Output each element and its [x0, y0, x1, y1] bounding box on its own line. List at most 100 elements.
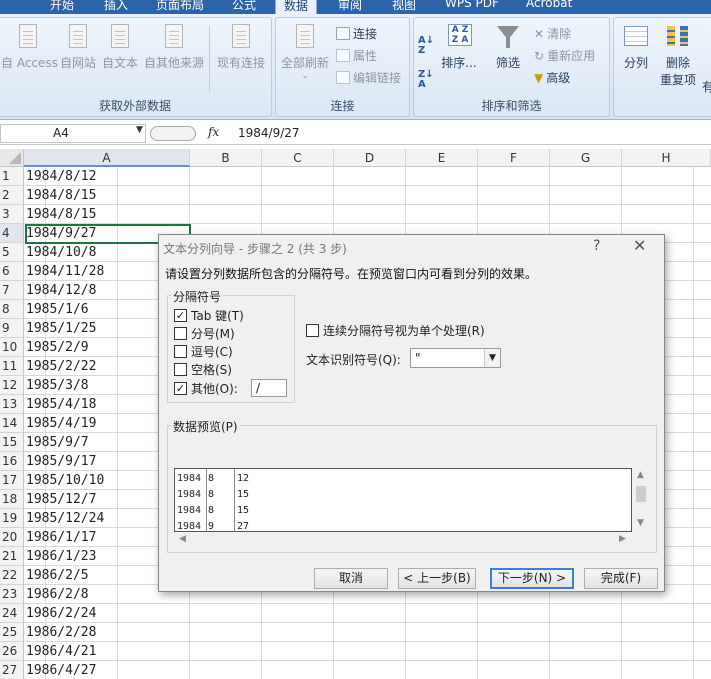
formula-input[interactable]: 1984/9/27 [238, 126, 300, 140]
tab-wps-pdf[interactable]: WPS PDF [445, 0, 499, 14]
cell-a[interactable]: 1985/4/18 [26, 395, 96, 414]
name-box[interactable]: A4 [0, 124, 146, 143]
text-qualifier-select[interactable]: " ▼ [410, 348, 501, 368]
from-access-button[interactable]: 自 Access [1, 22, 58, 71]
semicolon-checkbox[interactable] [174, 327, 187, 340]
from-text-button[interactable]: 自文本 [101, 22, 139, 71]
tab-home[interactable]: 开始 [50, 0, 74, 14]
cell-a[interactable]: 1986/2/8 [26, 585, 89, 604]
row-header[interactable]: 14 [0, 414, 24, 433]
insert-function-button[interactable]: fx [208, 125, 219, 139]
row-header[interactable]: 18 [0, 490, 24, 509]
help-button[interactable]: ? [593, 238, 600, 254]
column-header-h[interactable]: H [622, 149, 711, 167]
row-header[interactable]: 24 [0, 604, 24, 623]
remove-duplicates-button[interactable]: 删除 重复项 [658, 22, 698, 88]
preview-vertical-scrollbar[interactable]: ▲ ▼ [633, 468, 649, 532]
close-button[interactable]: ✕ [633, 236, 646, 255]
tab-formulas[interactable]: 公式 [232, 0, 256, 14]
column-header-b[interactable]: B [190, 149, 262, 167]
row-header[interactable]: 12 [0, 376, 24, 395]
row-header[interactable]: 6 [0, 262, 24, 281]
row-header[interactable]: 4 [0, 224, 24, 243]
tab-data[interactable]: 数据 [275, 0, 318, 14]
space-checkbox[interactable] [174, 363, 187, 376]
row-header[interactable]: 15 [0, 433, 24, 452]
column-header-c[interactable]: C [262, 149, 334, 167]
tab-acrobat[interactable]: Acrobat [526, 0, 572, 14]
cell-a[interactable]: 1986/2/28 [26, 623, 96, 642]
cell-a[interactable]: 1984/10/8 [26, 243, 96, 262]
row-header[interactable]: 2 [0, 186, 24, 205]
row-header[interactable]: 25 [0, 623, 24, 642]
cell-a[interactable]: 1985/12/24 [26, 509, 104, 528]
select-all-button[interactable] [0, 149, 24, 167]
properties-button[interactable]: 属性 [336, 47, 377, 64]
cell-a[interactable]: 1984/12/8 [26, 281, 96, 300]
cell-a[interactable]: 1986/2/24 [26, 604, 96, 623]
cell-a[interactable]: 1985/2/22 [26, 357, 96, 376]
advanced-filter-button[interactable]: ▼ 高级 [534, 69, 570, 86]
column-header-e[interactable]: E [406, 149, 478, 167]
tab-insert[interactable]: 插入 [104, 0, 128, 14]
chevron-up-icon[interactable]: ▲ [637, 470, 644, 480]
cancel-button[interactable]: 取消 [314, 568, 388, 589]
row-header[interactable]: 1 [0, 167, 24, 186]
cell-a[interactable]: 1985/1/25 [26, 319, 96, 338]
row-header[interactable]: 20 [0, 528, 24, 547]
data-preview-table[interactable]: 1984 8 12 1984 8 15 1984 8 15 1984 9 27 [174, 468, 632, 532]
row-header[interactable]: 23 [0, 585, 24, 604]
row-header[interactable]: 27 [0, 661, 24, 679]
cell-a[interactable]: 1984/8/15 [26, 186, 96, 205]
cell-a[interactable]: 1984/11/28 [26, 262, 104, 281]
row-header[interactable]: 16 [0, 452, 24, 471]
cell-a[interactable]: 1985/4/19 [26, 414, 96, 433]
back-button[interactable]: < 上一步(B) [398, 568, 476, 589]
refresh-all-button[interactable]: 全部刷新 ⌄ [280, 22, 330, 80]
column-header-d[interactable]: D [334, 149, 406, 167]
column-break-line[interactable] [206, 469, 207, 531]
data-validation-button-partial[interactable]: 有 [702, 78, 711, 95]
tab-checkbox[interactable] [174, 309, 187, 322]
chevron-down-icon[interactable]: ▼ [637, 518, 644, 528]
cell-a[interactable]: 1985/9/17 [26, 452, 96, 471]
consecutive-delimiters-checkbox[interactable] [306, 324, 319, 337]
cell-a[interactable]: 1985/2/9 [26, 338, 89, 357]
row-header[interactable]: 19 [0, 509, 24, 528]
from-other-sources-button[interactable]: 自其他来源 [143, 22, 205, 71]
preview-horizontal-scrollbar[interactable]: ◀ ▶ [174, 532, 632, 548]
chevron-right-icon[interactable]: ▶ [619, 534, 626, 544]
tab-review[interactable]: 审阅 [338, 0, 362, 14]
finish-button[interactable]: 完成(F) [584, 568, 658, 589]
existing-connections-button[interactable]: 现有连接 [215, 22, 267, 71]
sort-ascending-button[interactable]: A↓ Z [418, 36, 434, 56]
reapply-button[interactable]: ↻ 重新应用 [534, 47, 595, 64]
tab-view[interactable]: 视图 [392, 0, 416, 14]
sort-button[interactable]: A ZZ A 排序... [440, 22, 478, 71]
filter-button[interactable]: 筛选 [492, 22, 524, 71]
connections-button[interactable]: 连接 [336, 25, 377, 42]
chevron-left-icon[interactable]: ◀ [179, 534, 186, 544]
column-header-g[interactable]: G [550, 149, 622, 167]
cell-a[interactable]: 1986/4/21 [26, 642, 96, 661]
other-delimiter-input[interactable]: / [251, 379, 287, 397]
cell-a[interactable]: 1986/4/27 [26, 661, 96, 679]
cell-a[interactable]: 1986/1/17 [26, 528, 96, 547]
chevron-down-icon[interactable]: ▼ [484, 349, 500, 367]
row-header[interactable]: 17 [0, 471, 24, 490]
row-header[interactable]: 21 [0, 547, 24, 566]
sort-descending-button[interactable]: Z↓ A [418, 70, 434, 90]
comma-checkbox-row[interactable]: 逗号(C) [174, 343, 233, 360]
cell-a[interactable]: 1985/3/8 [26, 376, 89, 395]
cell-a[interactable]: 1986/1/23 [26, 547, 96, 566]
cell-a[interactable]: 1985/1/6 [26, 300, 89, 319]
formula-bar-resize-handle[interactable] [150, 126, 196, 141]
row-header[interactable]: 11 [0, 357, 24, 376]
row-header[interactable]: 8 [0, 300, 24, 319]
row-header[interactable]: 10 [0, 338, 24, 357]
tab-page-layout[interactable]: 页面布局 [156, 0, 204, 14]
cell-a[interactable]: 1984/8/12 [26, 167, 96, 186]
cell-a[interactable]: 1985/12/7 [26, 490, 96, 509]
comma-checkbox[interactable] [174, 345, 187, 358]
semicolon-checkbox-row[interactable]: 分号(M) [174, 325, 235, 342]
